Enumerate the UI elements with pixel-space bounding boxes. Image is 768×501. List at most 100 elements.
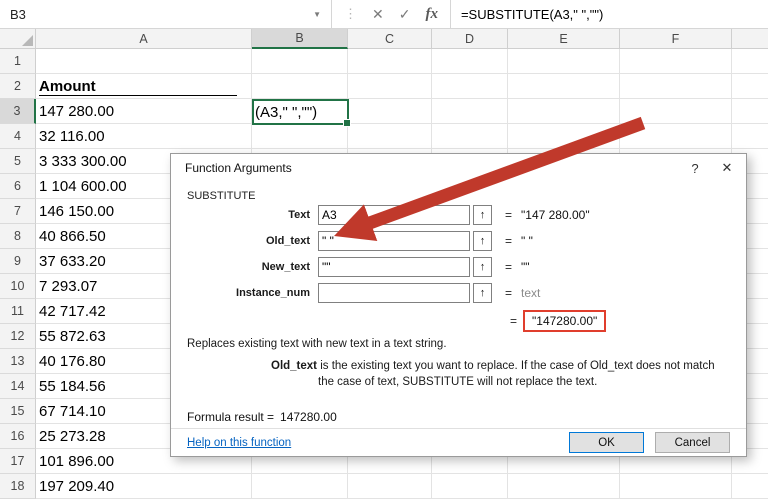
row-header-14[interactable]: 14	[0, 374, 36, 399]
formula-bar-buttons: ⋮ ✕ ✓ fx	[332, 0, 451, 28]
fill-handle[interactable]	[343, 119, 351, 127]
cell-C4[interactable]	[348, 124, 432, 149]
row-header-13[interactable]: 13	[0, 349, 36, 374]
row-header-3[interactable]: 3	[0, 99, 36, 124]
argument-input-text[interactable]	[318, 205, 470, 225]
dialog-help-icon[interactable]: ?	[678, 161, 712, 176]
row-fill	[732, 124, 768, 149]
sheet-row-2: 2Amount	[0, 74, 768, 99]
cell-D2[interactable]	[432, 74, 508, 99]
cell-E2[interactable]	[508, 74, 620, 99]
cell-B2[interactable]	[252, 74, 348, 99]
cell-F18[interactable]	[620, 474, 732, 499]
column-header-A[interactable]: A	[36, 29, 252, 49]
argument-result-old_text: " "	[521, 234, 533, 248]
cell-C1[interactable]	[348, 49, 432, 74]
dialog-titlebar[interactable]: Function Arguments ? ✕	[171, 154, 746, 182]
collapse-dialog-icon-instance_num[interactable]: ↑	[473, 283, 492, 303]
column-header-F[interactable]: F	[620, 29, 732, 49]
equals-sign: =	[510, 314, 517, 328]
cell-B18[interactable]	[252, 474, 348, 499]
argument-label-old_text: Old_text	[187, 235, 318, 247]
row-header-7[interactable]: 7	[0, 199, 36, 224]
cell-D3[interactable]	[432, 99, 508, 124]
column-header-B[interactable]: B	[252, 29, 348, 49]
row-header-6[interactable]: 6	[0, 174, 36, 199]
cell-C18[interactable]	[348, 474, 432, 499]
cell-D18[interactable]	[432, 474, 508, 499]
row-header-18[interactable]: 18	[0, 474, 36, 499]
cell-B1[interactable]	[252, 49, 348, 74]
cell-F1[interactable]	[620, 49, 732, 74]
equals-sign: =	[505, 208, 512, 222]
row-header-9[interactable]: 9	[0, 249, 36, 274]
select-all-corner[interactable]	[0, 29, 36, 49]
cell-A3[interactable]: 147 280.00	[36, 99, 252, 124]
ok-button[interactable]: OK	[569, 432, 644, 453]
row-header-17[interactable]: 17	[0, 449, 36, 474]
cell-E1[interactable]	[508, 49, 620, 74]
column-header-D[interactable]: D	[432, 29, 508, 49]
cancel-button[interactable]: Cancel	[655, 432, 730, 453]
sheet-row-18: 18197 209.40	[0, 474, 768, 499]
excel-window: B3 ▼ ⋮ ✕ ✓ fx =SUBSTITUTE(A3," ","") ABC…	[0, 0, 768, 499]
row-header-16[interactable]: 16	[0, 424, 36, 449]
equals-sign: =	[505, 234, 512, 248]
enter-entry-icon[interactable]: ✓	[399, 7, 411, 21]
result-row: = "147280.00"	[187, 308, 730, 334]
argument-help-text: is the existing text you want to replace…	[318, 360, 715, 388]
dialog-close-icon[interactable]: ✕	[712, 160, 742, 176]
row-fill	[732, 49, 768, 74]
name-box[interactable]: B3 ▼	[0, 0, 332, 28]
row-header-15[interactable]: 15	[0, 399, 36, 424]
argument-input-old_text[interactable]	[318, 231, 470, 251]
equals-sign: =	[505, 260, 512, 274]
cell-C2[interactable]	[348, 74, 432, 99]
row-header-11[interactable]: 11	[0, 299, 36, 324]
cell-A18[interactable]: 197 209.40	[36, 474, 252, 499]
row-header-1[interactable]: 1	[0, 49, 36, 74]
insert-function-icon[interactable]: fx	[425, 7, 438, 22]
cell-A2[interactable]: Amount	[36, 74, 252, 99]
help-on-function-link[interactable]: Help on this function	[187, 437, 291, 449]
row-header-2[interactable]: 2	[0, 74, 36, 99]
collapse-dialog-icon-old_text[interactable]: ↑	[473, 231, 492, 251]
cell-E4[interactable]	[508, 124, 620, 149]
collapse-dialog-icon-new_text[interactable]: ↑	[473, 257, 492, 277]
column-headers: ABCDEF	[0, 29, 768, 49]
argument-input-new_text[interactable]	[318, 257, 470, 277]
name-box-dropdown-icon[interactable]: ▼	[313, 10, 321, 19]
column-header-C[interactable]: C	[348, 29, 432, 49]
column-header-fill	[732, 29, 768, 49]
row-header-10[interactable]: 10	[0, 274, 36, 299]
formula-input[interactable]: =SUBSTITUTE(A3," ","")	[451, 0, 768, 28]
cell-C3[interactable]	[348, 99, 432, 124]
cancel-entry-icon[interactable]: ✕	[372, 7, 384, 21]
dialog-footer: Help on this function OK Cancel	[171, 428, 746, 456]
cell-E3[interactable]	[508, 99, 620, 124]
argument-result-new_text: ""	[521, 260, 530, 274]
cell-B4[interactable]	[252, 124, 348, 149]
cell-D4[interactable]	[432, 124, 508, 149]
sheet-row-4: 432 116.00	[0, 124, 768, 149]
cell-A4[interactable]: 32 116.00	[36, 124, 252, 149]
argument-input-instance_num[interactable]	[318, 283, 470, 303]
cell-F4[interactable]	[620, 124, 732, 149]
row-header-5[interactable]: 5	[0, 149, 36, 174]
row-header-4[interactable]: 4	[0, 124, 36, 149]
column-header-E[interactable]: E	[508, 29, 620, 49]
cell-D1[interactable]	[432, 49, 508, 74]
cell-F3[interactable]	[620, 99, 732, 124]
row-header-8[interactable]: 8	[0, 224, 36, 249]
collapse-dialog-icon-text[interactable]: ↑	[473, 205, 492, 225]
cell-A1[interactable]	[36, 49, 252, 74]
cell-F2[interactable]	[620, 74, 732, 99]
row-header-12[interactable]: 12	[0, 324, 36, 349]
cell-E18[interactable]	[508, 474, 620, 499]
active-cell-b3[interactable]: (A3," ","")	[252, 99, 349, 125]
argument-result-instance_num: text	[521, 286, 540, 300]
function-description: Replaces existing text with new text in …	[187, 338, 730, 350]
dialog-title: Function Arguments	[185, 161, 292, 175]
formula-bar: B3 ▼ ⋮ ✕ ✓ fx =SUBSTITUTE(A3," ","")	[0, 0, 768, 29]
name-box-value: B3	[10, 7, 26, 22]
